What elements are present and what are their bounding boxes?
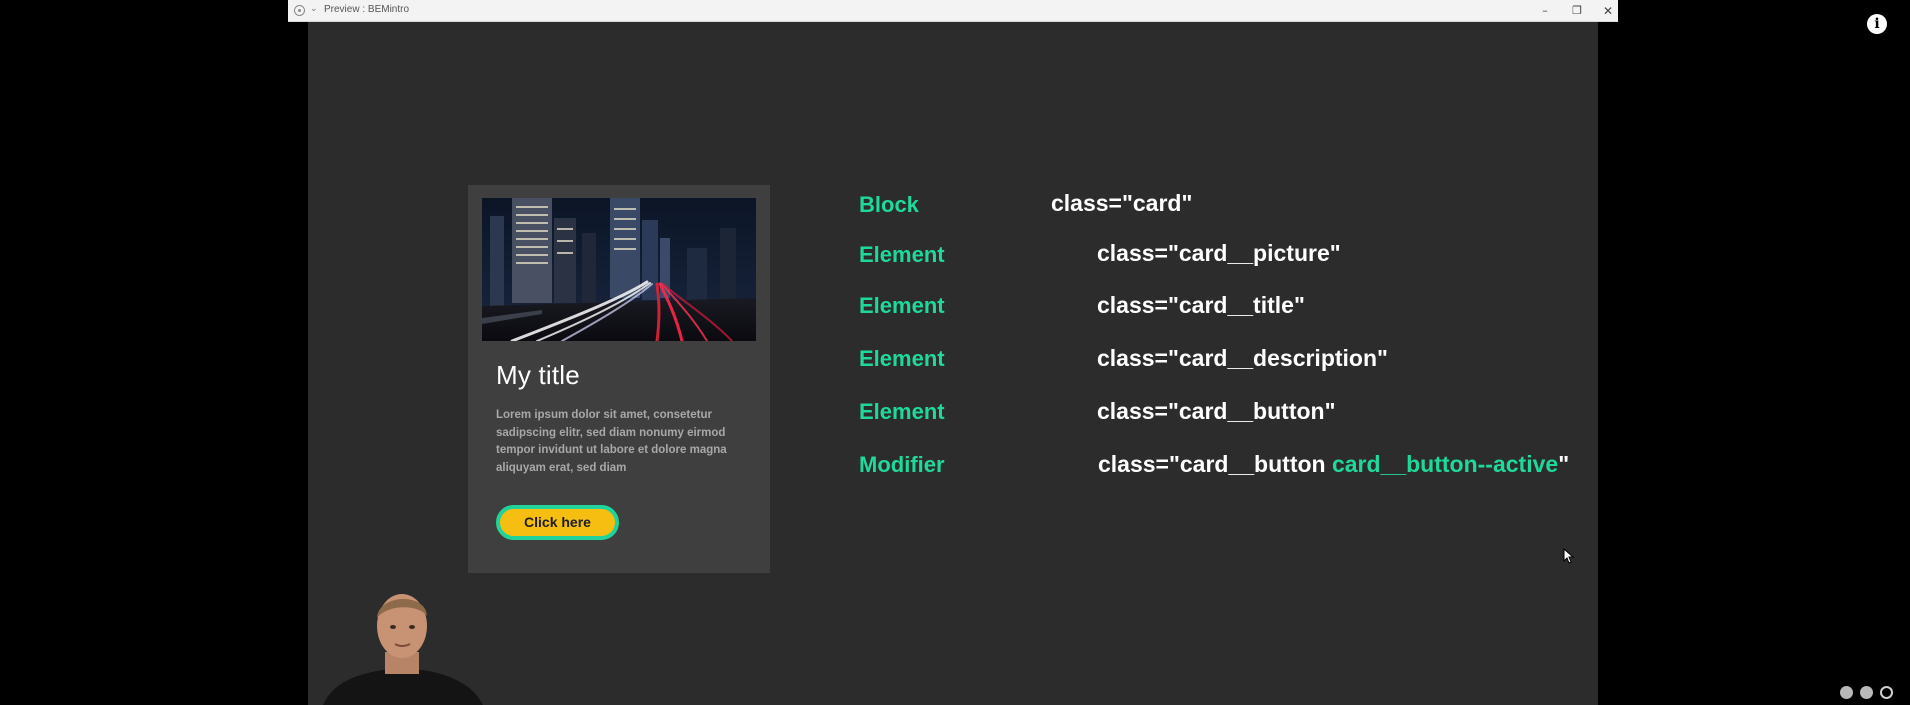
minimize-button[interactable]: – bbox=[1532, 1, 1558, 21]
card-description: Lorem ipsum dolor sit amet, consetetur s… bbox=[496, 409, 727, 474]
modifier-code-accent: card__button--active bbox=[1331, 451, 1559, 477]
mouse-cursor-icon bbox=[1563, 548, 1575, 564]
bem-label-element-title: Element bbox=[859, 293, 945, 318]
modifier-code-prefix: class="card__button bbox=[1098, 451, 1332, 477]
window-titlebar[interactable]: ⌄ Preview : BEMintro – ❐ ✕ bbox=[288, 0, 1618, 22]
bem-label-element-button: Element bbox=[859, 399, 945, 424]
bem-label-element-description: Element bbox=[859, 346, 945, 371]
bem-label-modifier: Modifier bbox=[859, 452, 945, 477]
presenter-avatar-icon bbox=[323, 582, 483, 705]
bem-code-block: class="card" bbox=[1051, 190, 1193, 216]
indicator-dot-active[interactable] bbox=[1880, 686, 1893, 699]
bem-label-element-picture: Element bbox=[859, 242, 945, 267]
info-icon[interactable]: i bbox=[1867, 14, 1887, 34]
slide-canvas: My title Lorem ipsum dolor sit amet, con… bbox=[308, 22, 1598, 705]
indicator-dot[interactable] bbox=[1860, 686, 1873, 699]
close-button[interactable]: ✕ bbox=[1595, 1, 1621, 21]
chevron-down-icon[interactable]: ⌄ bbox=[310, 4, 318, 14]
indicator-dot[interactable] bbox=[1840, 686, 1853, 699]
bem-label-block: Block bbox=[859, 192, 919, 217]
presenter-webcam bbox=[323, 582, 483, 705]
maximize-button[interactable]: ❐ bbox=[1564, 1, 1590, 21]
card-title: My title bbox=[496, 360, 580, 390]
window-title: Preview : BEMintro bbox=[324, 4, 410, 15]
preview-window: ⌄ Preview : BEMintro – ❐ ✕ My title Lore… bbox=[288, 0, 1618, 705]
card-picture bbox=[482, 198, 756, 341]
bem-code-button: class="card__button" bbox=[1097, 398, 1336, 424]
click-here-button[interactable]: Click here bbox=[496, 505, 619, 540]
bem-code-title: class="card__title" bbox=[1097, 292, 1305, 318]
card: My title Lorem ipsum dolor sit amet, con… bbox=[468, 185, 770, 573]
bem-code-modifier: class="card__button card__button--active… bbox=[1098, 451, 1569, 478]
bem-code-picture: class="card__picture" bbox=[1097, 240, 1341, 266]
bem-code-description: class="card__description" bbox=[1097, 345, 1388, 371]
screen: ⌄ Preview : BEMintro – ❐ ✕ My title Lore… bbox=[0, 0, 1910, 705]
app-icon[interactable] bbox=[294, 5, 305, 16]
city-night-traffic-photo-icon bbox=[482, 198, 756, 341]
modifier-code-suffix: " bbox=[1558, 451, 1570, 477]
